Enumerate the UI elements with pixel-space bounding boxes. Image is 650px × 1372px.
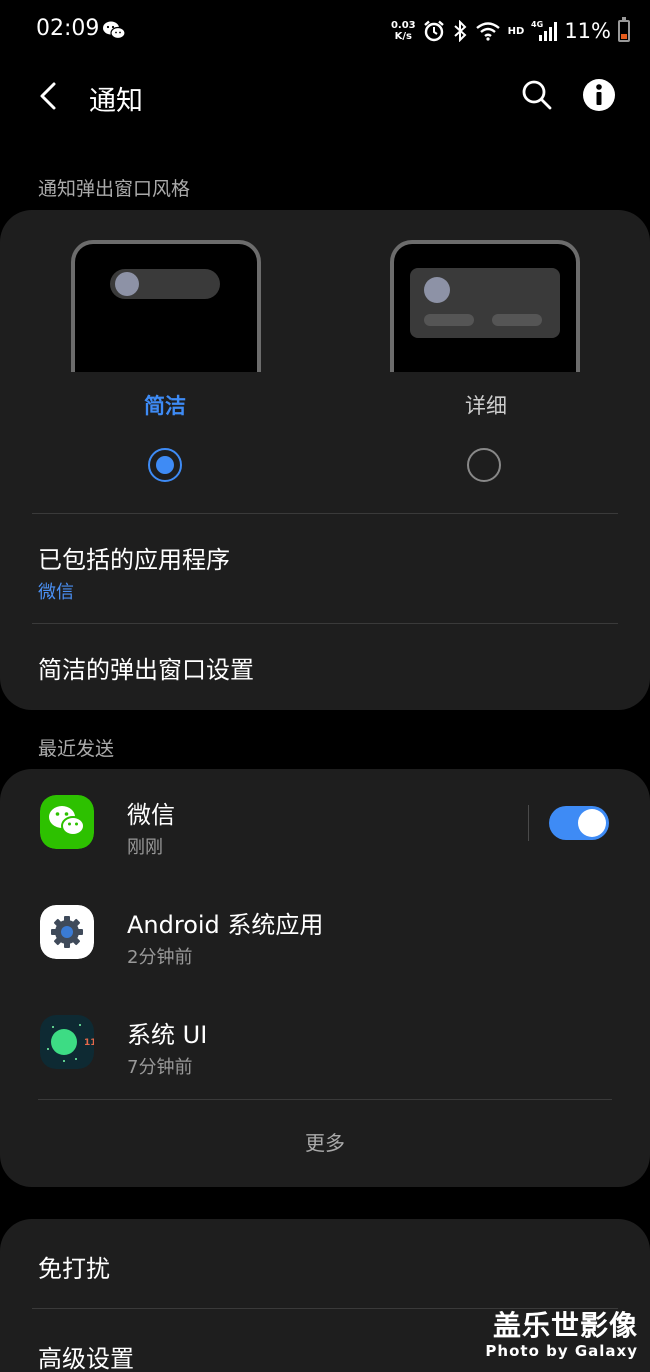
page-title: 通知 xyxy=(89,86,143,117)
network-type: 4G xyxy=(531,20,543,29)
brief-pill-preview xyxy=(110,269,220,299)
back-button[interactable] xyxy=(30,76,70,116)
status-time: 02:09 xyxy=(36,16,100,41)
style-label-detailed: 详细 xyxy=(465,394,507,418)
signal-icon: 4G xyxy=(531,20,558,41)
advanced-settings-title: 高级设置 xyxy=(38,1345,134,1372)
more-button[interactable]: 更多 xyxy=(0,1127,650,1156)
recent-apps-card: 微信 刚刚 Android 系统应用 2分钟前 11 系统 UI 7分钟前 更多 xyxy=(0,769,650,1187)
wechat-app-icon xyxy=(40,795,94,849)
watermark: 盖乐世影像 Photo by Galaxy xyxy=(485,1304,638,1360)
divider xyxy=(38,1099,612,1100)
wifi-icon xyxy=(475,22,500,41)
toggle-separator xyxy=(528,805,529,841)
system-ui-icon: 11 xyxy=(40,1015,94,1069)
app-row-android-system[interactable]: Android 系统应用 2分钟前 xyxy=(0,879,650,989)
included-apps-title: 已包括的应用程序 xyxy=(38,546,230,574)
system-ui-badge: 11 xyxy=(84,1038,94,1048)
watermark-line2: Photo by Galaxy xyxy=(485,1342,638,1360)
included-apps-value: 微信 xyxy=(38,582,74,603)
net-speed: 0.03 K/s xyxy=(390,20,416,42)
brief-popup-settings-row[interactable]: 简洁的弹出窗口设置 xyxy=(0,624,650,710)
wechat-icon xyxy=(103,21,126,40)
app-time: 7分钟前 xyxy=(127,1057,193,1078)
battery-percent: 11% xyxy=(564,19,611,43)
app-name: 系统 UI xyxy=(127,1021,208,1049)
status-icons: 0.03 K/s HD 4G 11% xyxy=(391,14,630,48)
app-time: 2分钟前 xyxy=(127,947,193,968)
app-name: Android 系统应用 xyxy=(127,911,324,939)
search-icon[interactable] xyxy=(518,76,556,114)
info-icon[interactable] xyxy=(581,77,617,113)
app-row-system-ui[interactable]: 11 系统 UI 7分钟前 xyxy=(0,989,650,1099)
android-system-gear-icon xyxy=(40,905,94,959)
detailed-preview xyxy=(390,240,580,372)
do-not-disturb-row[interactable]: 免打扰 xyxy=(0,1219,650,1309)
radio-detailed[interactable] xyxy=(467,448,501,482)
style-label-brief: 简洁 xyxy=(144,394,186,418)
alarm-icon xyxy=(423,20,444,42)
style-option-detailed[interactable]: 详细 xyxy=(374,210,604,510)
app-row-wechat[interactable]: 微信 刚刚 xyxy=(0,769,650,879)
brief-popup-settings-title: 简洁的弹出窗口设置 xyxy=(38,656,254,684)
watermark-line1: 盖乐世影像 xyxy=(492,1309,638,1342)
status-bar: 02:09 0.03 K/s HD 4G 11% xyxy=(0,0,650,62)
battery-icon xyxy=(618,17,630,42)
hd-indicator: HD xyxy=(507,25,525,37)
app-name: 微信 xyxy=(127,801,175,829)
detail-card-preview xyxy=(410,268,560,338)
included-apps-row[interactable]: 已包括的应用程序 微信 xyxy=(0,514,650,624)
radio-brief[interactable] xyxy=(148,448,182,482)
chevron-left-icon xyxy=(40,82,56,110)
popup-style-card: 简洁 详细 已包括的应用程序 微信 简洁的弹出窗口设置 xyxy=(0,210,650,710)
app-header: 通知 xyxy=(0,62,650,132)
app-time: 刚刚 xyxy=(127,837,163,858)
section-label-popup-style: 通知弹出窗口风格 xyxy=(38,178,191,200)
bluetooth-icon xyxy=(453,20,467,42)
brief-preview xyxy=(71,240,261,372)
wechat-notification-toggle[interactable] xyxy=(549,806,609,840)
style-option-brief[interactable]: 简洁 xyxy=(55,210,285,510)
section-label-recent: 最近发送 xyxy=(38,738,115,760)
do-not-disturb-title: 免打扰 xyxy=(38,1255,110,1283)
